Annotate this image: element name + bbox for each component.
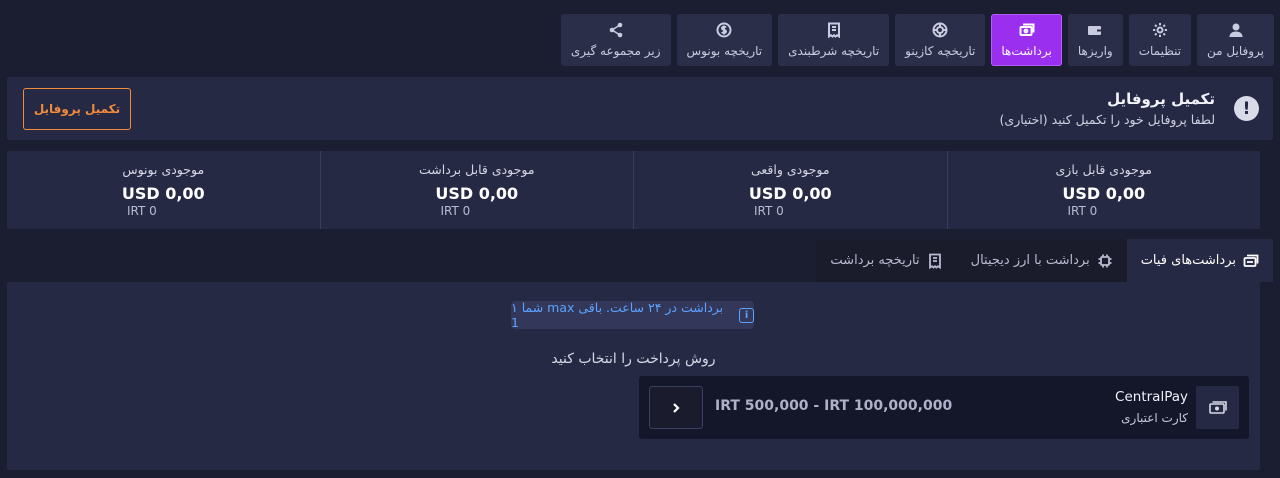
withdraw-limit-notice: i شما ۱ max برداشت در ۲۴ ساعت. باقی 1: [511, 300, 754, 330]
payment-method-type: کارت اعتباری: [1121, 411, 1188, 425]
fiat-withdraw-icon: [1243, 254, 1259, 267]
balance-irt: IRT 0: [127, 204, 157, 218]
tab-settings[interactable]: تنظیمات: [1128, 14, 1192, 66]
balance-label: موجودی قابل برداشت: [418, 162, 535, 177]
balance-irt: IRT 0: [754, 204, 784, 218]
balance-playable: موجودی قابل بازی USD 0,00 IRT 0: [946, 151, 1261, 229]
balance-irt: IRT 0: [440, 204, 471, 218]
balances-row: موجودی قابل بازی USD 0,00 IRT 0 موجودی و…: [7, 151, 1260, 229]
tab-fiat-withdraw[interactable]: برداشت‌های فیات: [1126, 239, 1273, 282]
user-icon: [1229, 23, 1243, 37]
tab-bonus-history[interactable]: تاریخچه بونوس: [676, 14, 773, 66]
dollar-coin-icon: [716, 22, 732, 38]
payment-method-card[interactable]: CentralPay کارت اعتباری IRT 500,000 - IR…: [639, 376, 1249, 439]
withdraw-tab-label: برداشت با ارز دیجیتال: [970, 253, 1090, 268]
withdraw-icon: [1019, 23, 1035, 36]
casino-chip-icon: [932, 22, 948, 38]
tab-withdraw-history[interactable]: تاریخچه برداشت: [816, 239, 957, 282]
choose-method-heading: روش پرداخت را انتخاب کنید: [551, 351, 716, 367]
balance-usd: USD 0,00: [1062, 184, 1146, 203]
withdraw-type-tabs: برداشت‌های فیات برداشت با ارز دیجیتال تا…: [816, 239, 1273, 282]
payment-method-range: IRT 500,000 - IRT 100,000,000: [715, 398, 953, 414]
gear-icon: [1152, 23, 1167, 37]
exclamation-circle-icon: !: [1234, 96, 1259, 121]
alert-subtitle: لطفا پروفایل خود را تکمیل کنید (اختیاری): [999, 112, 1215, 127]
tab-referrals[interactable]: زیر مجموعه گیری: [560, 14, 671, 66]
tab-label: برداشت‌ها: [1001, 44, 1052, 58]
profile-alert: ! تکمیل پروفایل لطفا پروفایل خود را تکمی…: [7, 77, 1273, 140]
select-method-button[interactable]: [649, 386, 703, 429]
limit-text: شما ۱ max برداشت در ۲۴ ساعت. باقی 1: [511, 300, 724, 330]
tab-label: تاریخچه شرطبندی: [788, 44, 880, 58]
withdraw-tab-label: تاریخچه برداشت: [830, 253, 920, 268]
withdraw-history-icon: [928, 253, 941, 269]
balance-irt: IRT 0: [1067, 204, 1098, 218]
share-icon: [609, 22, 623, 38]
balance-label: موجودی واقعی: [750, 162, 830, 177]
alert-title: تکمیل پروفایل: [1107, 90, 1215, 108]
payment-method-name: CentralPay: [1115, 389, 1188, 405]
withdraw-panel: i شما ۱ max برداشت در ۲۴ ساعت. باقی 1 رو…: [7, 282, 1260, 470]
complete-profile-button[interactable]: تکمیل پروفایل: [23, 88, 131, 130]
tab-label: تنظیمات: [1138, 44, 1182, 58]
tab-label: واریزها: [1077, 44, 1113, 58]
crypto-chip-icon: [1098, 254, 1112, 267]
wallet-icon: [1088, 26, 1102, 35]
tab-label: پروفایل من: [1207, 44, 1264, 58]
balance-withdrawable: موجودی قابل برداشت USD 0,00 IRT 0: [319, 151, 634, 229]
tab-casino-history[interactable]: تاریخچه کازینو: [895, 14, 986, 66]
balance-bonus: موجودی بونوس USD 0,00 IRT 0: [7, 151, 320, 229]
balance-usd: USD 0,00: [121, 184, 205, 203]
tab-label: زیر مجموعه گیری: [570, 44, 661, 58]
balance-label: موجودی قابل بازی: [1055, 162, 1152, 177]
info-icon: i: [739, 307, 754, 323]
balance-label: موجودی بونوس: [122, 162, 205, 177]
withdraw-tab-label: برداشت‌های فیات: [1140, 253, 1236, 268]
balance-usd: USD 0,00: [748, 184, 832, 203]
tab-label: تاریخچه بونوس: [686, 44, 763, 58]
cash-icon: [1196, 386, 1239, 429]
tab-deposits[interactable]: واریزها: [1067, 14, 1123, 66]
balance-real: موجودی واقعی USD 0,00 IRT 0: [633, 151, 947, 229]
bet-slip-icon: [827, 22, 840, 38]
tab-bet-history[interactable]: تاریخچه شرطبندی: [778, 14, 890, 66]
tab-withdrawals[interactable]: برداشت‌ها: [991, 14, 1062, 66]
balance-usd: USD 0,00: [435, 184, 519, 203]
tab-label: تاریخچه کازینو: [905, 44, 976, 58]
account-tabs: پروفایل من تنظیمات واریزها برداشت‌ها تار…: [560, 14, 1274, 66]
chevron-right-icon: [673, 402, 680, 413]
tab-crypto-withdraw[interactable]: برداشت با ارز دیجیتال: [956, 239, 1127, 282]
tab-profile[interactable]: پروفایل من: [1197, 14, 1274, 66]
